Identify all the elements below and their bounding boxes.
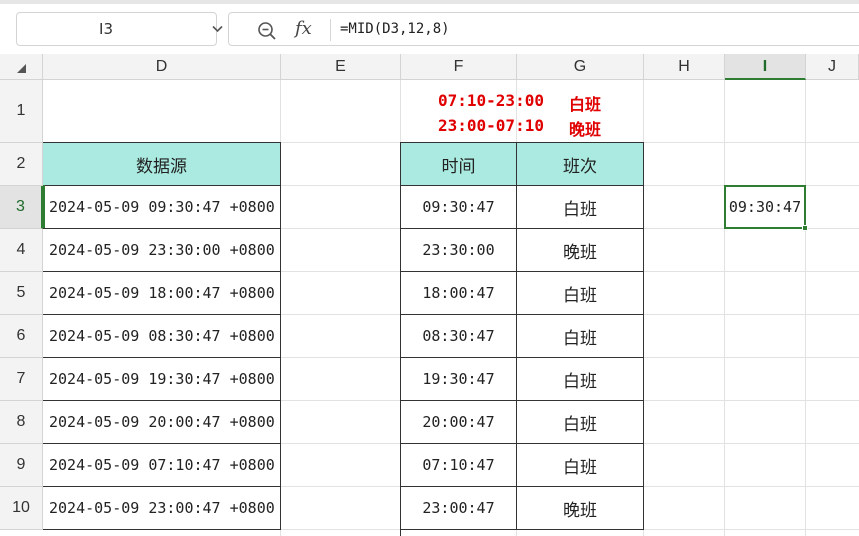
chevron-down-icon[interactable] [212,25,223,33]
legend-line2-time: 23:00-07:10 [438,116,544,135]
table-row[interactable]: 2024-05-09 19:30:47 +0800 [43,358,281,401]
selected-cell-value: 09:30:47 [728,198,802,216]
row-header-2[interactable]: 2 [0,143,43,186]
column-header-g[interactable]: G [517,54,644,80]
row-header-4[interactable]: 4 [0,229,43,272]
gridline [724,80,725,536]
table-row[interactable]: 2024-05-09 08:30:47 +0800 [43,315,281,358]
shift-cell[interactable]: 白班 [517,272,644,315]
name-box[interactable]: I3 [16,12,223,46]
time-cell[interactable]: 20:00:47 [401,401,517,444]
shift-cell[interactable]: 白班 [517,315,644,358]
row-header-8[interactable]: 8 [0,401,43,444]
shift-cell[interactable]: 白班 [517,358,644,401]
select-all-triangle-icon [17,64,26,73]
table-row[interactable]: 2024-05-09 18:00:47 +0800 [43,272,281,315]
formula-text[interactable]: =MID(D3,12,8) [340,13,450,45]
shift-cell[interactable]: 白班 [517,444,644,487]
selected-cell-i3[interactable]: 09:30:47 [724,185,808,231]
row-header-7[interactable]: 7 [0,358,43,401]
formula-bar[interactable]: fx =MID(D3,12,8) [228,12,859,46]
column-header-d[interactable]: D [43,54,281,80]
row-header-5[interactable]: 5 [0,272,43,315]
gridline [805,80,806,536]
shift-cell[interactable]: 晚班 [517,487,644,530]
legend-line1-shift: 白班 [569,95,602,114]
time-cell[interactable]: 07:10:47 [401,444,517,487]
shift-header[interactable]: 班次 [517,143,644,186]
time-cell[interactable]: 23:00:47 [401,487,517,530]
row-header-10[interactable]: 10 [0,487,43,530]
shift-cell[interactable]: 白班 [517,401,644,444]
select-all-corner[interactable] [0,54,43,80]
column-header-e[interactable]: E [281,54,401,80]
shift-table: 时间 班次 09:30:47 白班 23:30:00 晚班 18:00:47 白… [400,142,644,536]
source-table: 数据源 2024-05-09 09:30:47 +0800 2024-05-09… [43,142,281,536]
time-cell[interactable]: 09:30:47 [401,186,517,229]
time-header[interactable]: 时间 [401,143,517,186]
column-header-j[interactable]: J [806,54,859,80]
zoom-icon[interactable] [257,21,277,41]
fx-icon[interactable]: fx [295,18,312,39]
fill-handle[interactable] [802,225,808,231]
row-header-3[interactable]: 3 [0,186,43,229]
table-row[interactable]: 2024-05-09 20:00:47 +0800 [43,401,281,444]
row-header-9[interactable]: 9 [0,444,43,487]
time-cell[interactable]: 23:30:00 [401,229,517,272]
time-cell[interactable]: 19:30:47 [401,358,517,401]
shift-cell[interactable]: 白班 [517,186,644,229]
table-row[interactable]: 2024-05-09 09:30:47 +0800 [43,186,281,229]
column-header-i[interactable]: I [725,54,806,80]
active-row-marker [43,185,45,228]
legend-line1-time: 07:10-23:00 [438,91,544,110]
column-header-h[interactable]: H [644,54,725,80]
table-row[interactable]: 2024-05-09 23:00:47 +0800 [43,487,281,530]
formula-bar-divider [330,19,331,41]
source-header[interactable]: 数据源 [43,143,281,186]
window-top-edge [0,0,859,4]
time-cell[interactable]: 18:00:47 [401,272,517,315]
time-cell[interactable]: 08:30:47 [401,315,517,358]
shift-cell[interactable]: 晚班 [517,229,644,272]
row-header-6[interactable]: 6 [0,315,43,358]
legend-line2-shift: 晚班 [569,120,602,139]
table-row[interactable]: 2024-05-09 07:10:47 +0800 [43,444,281,487]
column-header-f[interactable]: F [401,54,517,80]
name-box-reference: I3 [99,20,113,38]
spreadsheet-grid[interactable]: D E F G H I J 1 2 3 4 5 6 7 8 9 10 07:10… [0,54,859,536]
row-header-1[interactable]: 1 [0,80,43,143]
table-row[interactable]: 2024-05-09 23:30:00 +0800 [43,229,281,272]
